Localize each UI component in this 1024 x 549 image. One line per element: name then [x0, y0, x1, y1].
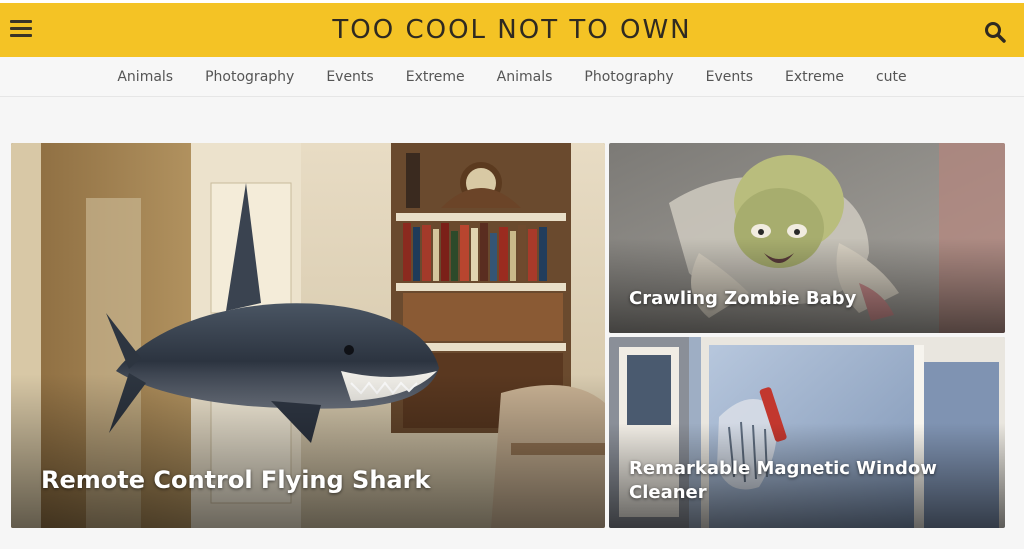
nav-item-extreme-2[interactable]: Extreme [769, 69, 860, 85]
card-title-zombie-baby: Crawling Zombie Baby [629, 288, 857, 309]
nav-item-extreme[interactable]: Extreme [390, 69, 481, 85]
card-title-flying-shark: Remote Control Flying Shark [41, 466, 431, 494]
hamburger-menu-icon[interactable] [10, 20, 32, 40]
nav-item-animals[interactable]: Animals [101, 69, 189, 85]
featured-card-zombie-baby[interactable]: Crawling Zombie Baby [609, 143, 1005, 333]
site-title[interactable]: TOO COOL NOT TO OWN [332, 15, 691, 45]
search-icon[interactable] [984, 21, 1006, 43]
nav-item-photography-2[interactable]: Photography [568, 69, 689, 85]
nav-item-photography[interactable]: Photography [189, 69, 310, 85]
featured-card-window-cleaner[interactable]: Remarkable Magnetic Window Cleaner [609, 337, 1005, 528]
nav-item-events-2[interactable]: Events [690, 69, 769, 85]
category-nav: Animals Photography Events Extreme Anima… [0, 57, 1024, 97]
nav-item-cute[interactable]: cute [860, 69, 923, 85]
nav-item-events[interactable]: Events [310, 69, 389, 85]
nav-item-animals-2[interactable]: Animals [481, 69, 569, 85]
featured-card-flying-shark[interactable]: Remote Control Flying Shark [11, 143, 605, 528]
featured-grid: Remote Control Flying Shark Crawling Zom… [11, 143, 1005, 528]
card-title-window-cleaner: Remarkable Magnetic Window Cleaner [629, 458, 937, 503]
header-bar: TOO COOL NOT TO OWN [0, 0, 1024, 57]
